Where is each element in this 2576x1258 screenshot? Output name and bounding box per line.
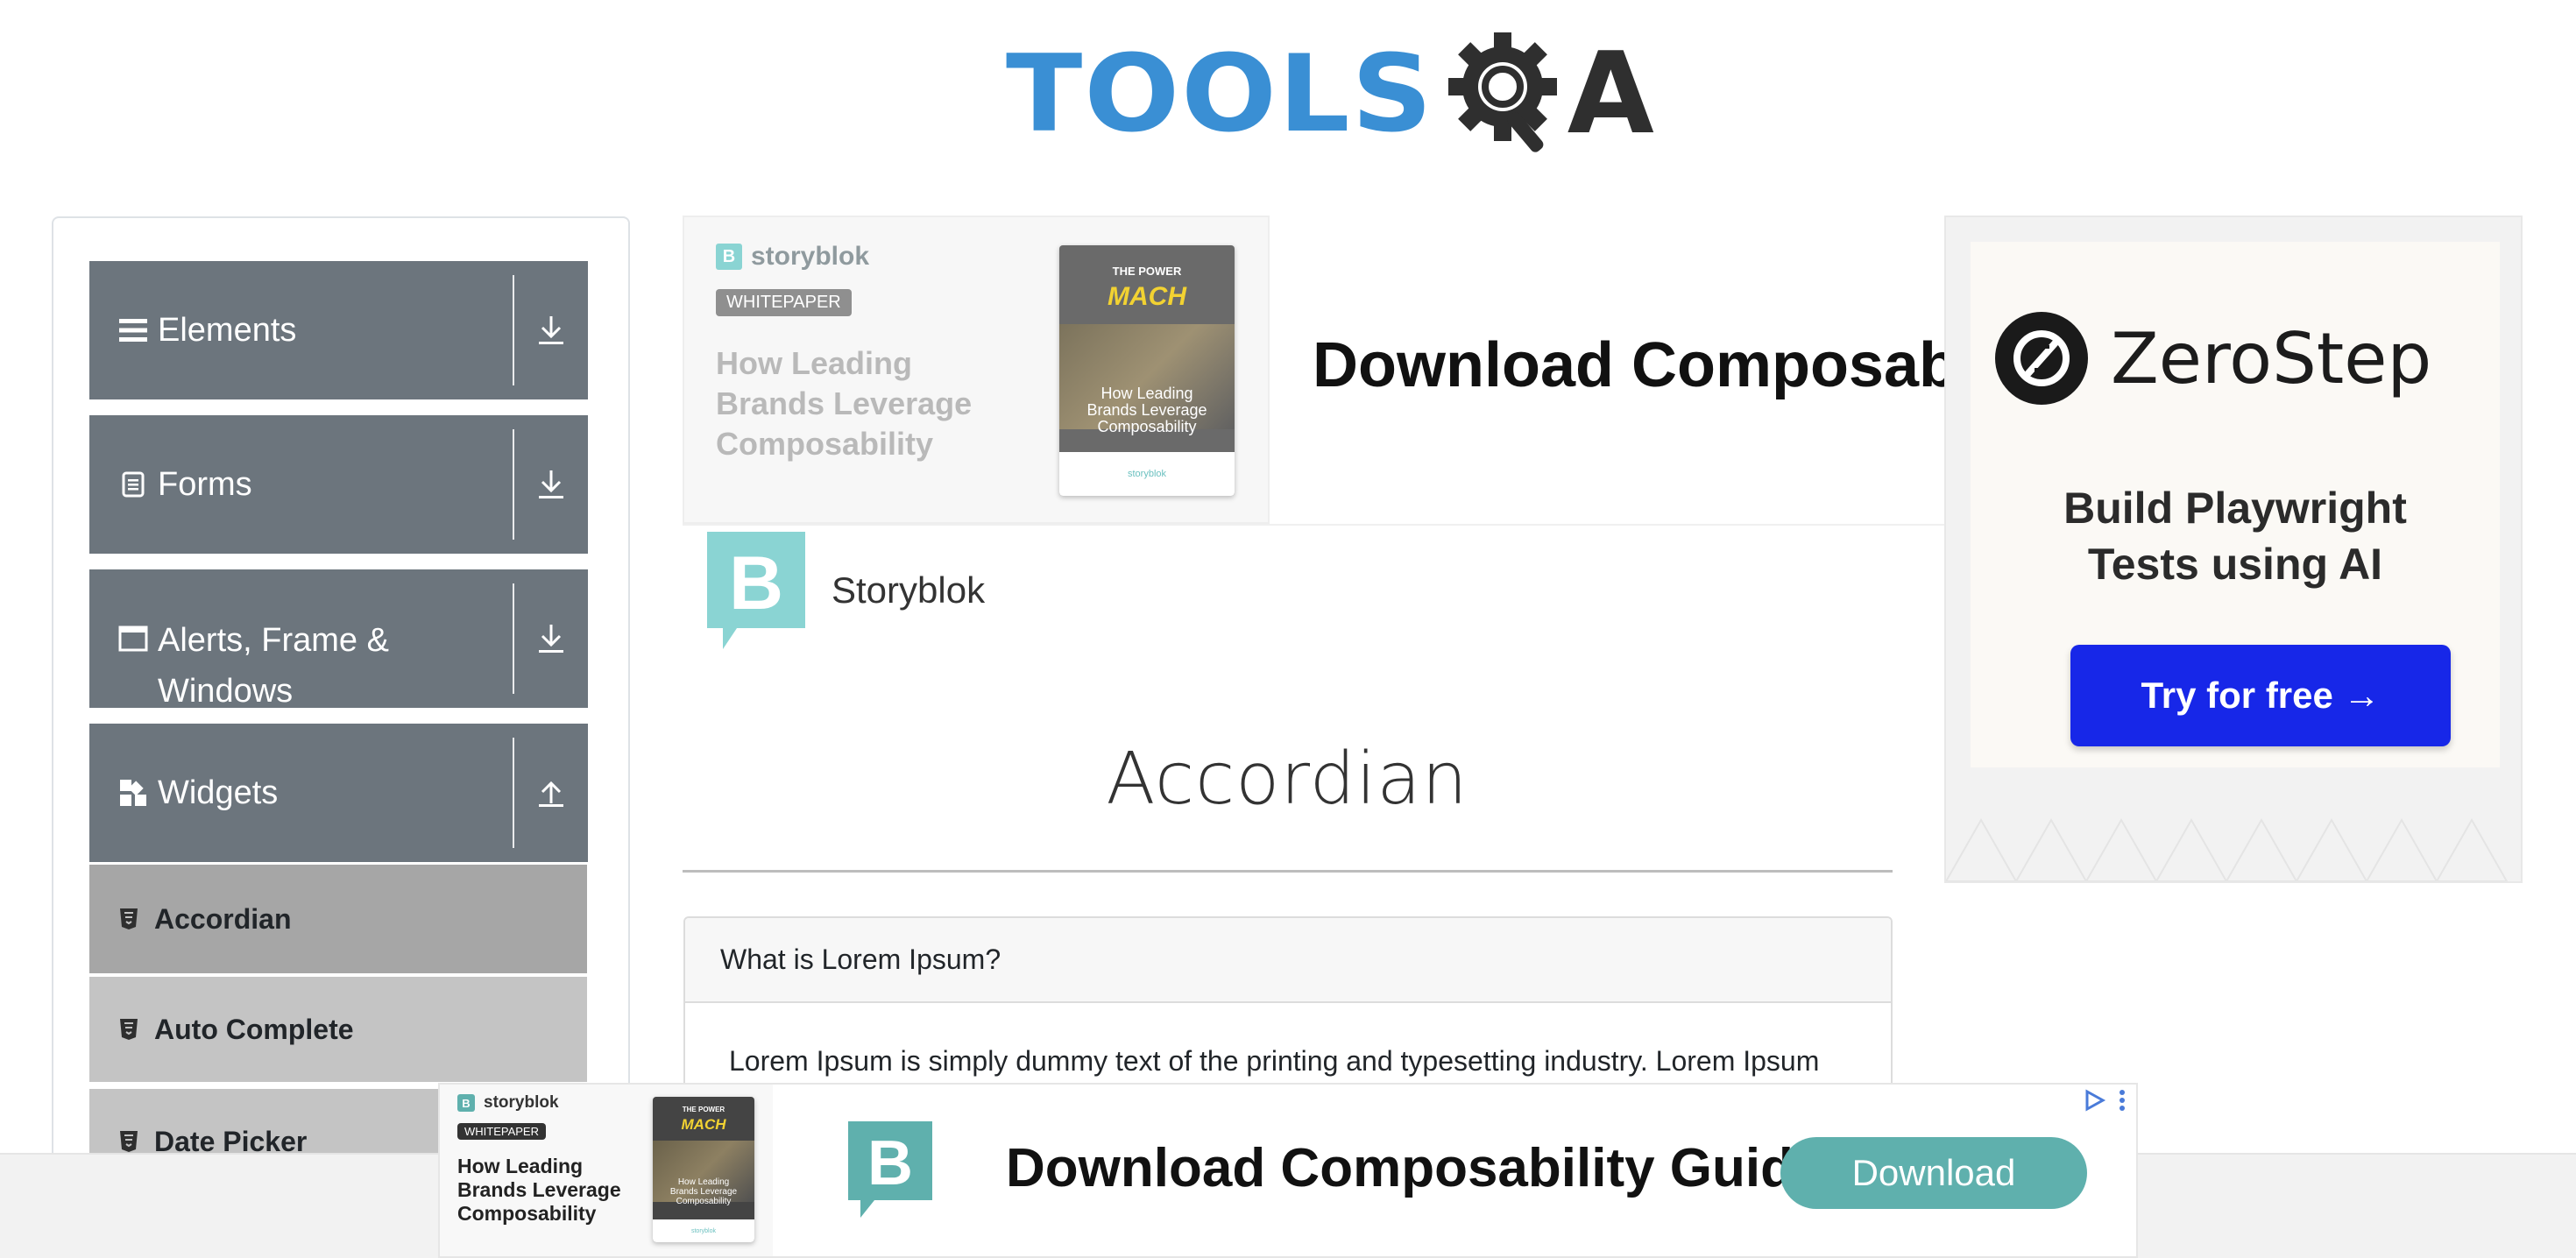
top-banner-ad[interactable]: B storyblok WHITEPAPER How Leading Brand…: [683, 216, 1944, 524]
whitepaper-book-image: THE POWER MACH How Leading Brands Levera…: [653, 1097, 754, 1242]
sidebar-group-widgets[interactable]: Widgets: [89, 724, 588, 862]
hamburger-icon: [117, 317, 149, 343]
adchoices-icon[interactable]: [2082, 1088, 2106, 1113]
divider: [513, 738, 514, 848]
sidebar-item-label: Auto Complete: [154, 1013, 354, 1045]
ad-headline-line: Composability: [457, 1202, 597, 1225]
ad-headline-line: How Leading: [716, 345, 912, 381]
sidebar-group-elements[interactable]: Elements: [89, 261, 588, 399]
storyblok-logo-icon: B: [848, 1121, 932, 1218]
tagline-line: Tests using AI: [2087, 540, 2383, 589]
ad-brand-row[interactable]: B Storyblok: [683, 524, 1944, 655]
book-footer: storyblok: [1059, 452, 1235, 496]
gear-magnifier-icon: [1441, 29, 1573, 160]
ad-headline: How Leading Brands Leverage Composabilit…: [716, 343, 972, 464]
divider: [513, 275, 514, 385]
html5-icon: [116, 1018, 142, 1041]
window-icon: [117, 625, 149, 652]
ad-headline-line: How Leading: [457, 1155, 584, 1177]
book-macl-text: MACH: [681, 1116, 726, 1133]
page-title: Accordian: [1106, 738, 1468, 821]
book-title-line: Brands Leverage: [1086, 401, 1207, 419]
ad-headline-line: Brands Leverage: [716, 385, 973, 421]
right-side-ad[interactable]: ZeroStep Build Playwright Tests using AI…: [1944, 216, 2523, 883]
whitepaper-badge: WHITEPAPER: [457, 1123, 546, 1140]
download-arrow-icon[interactable]: [514, 261, 588, 399]
widgets-icon: [117, 779, 149, 807]
ad-tagline: Build Playwright Tests using AI: [1971, 480, 2500, 592]
ad-brand: B storyblok: [716, 242, 869, 272]
book-title-line: Composability: [676, 1197, 732, 1206]
accordion-header[interactable]: What is Lorem Ipsum?: [685, 918, 1891, 1003]
divider: [513, 583, 514, 694]
download-arrow-icon[interactable]: [514, 415, 588, 554]
ad-brand: B storyblok: [457, 1093, 559, 1113]
ad-headline-line: Composability: [716, 426, 934, 462]
html5-icon: [116, 908, 142, 930]
storyblok-logo-icon: B: [457, 1094, 475, 1112]
html5-icon: [116, 1130, 142, 1153]
ad-creative-panel: B storyblok WHITEPAPER How Leading Brand…: [440, 1085, 773, 1256]
book-title: How Leading Brands Leverage Composabilit…: [1059, 385, 1235, 435]
book-macl-text: MACH: [1108, 282, 1186, 311]
sidebar-group-alerts-frame-windows[interactable]: Alerts, Frame & Windows: [89, 569, 588, 710]
sidebar-group-label: Widgets: [158, 774, 279, 811]
ad-card: ZeroStep Build Playwright Tests using AI…: [1971, 242, 2500, 767]
book-title-line: How Leading: [1100, 385, 1193, 402]
whitepaper-book-image: THE POWER MACH How Leading Brands Levera…: [1059, 245, 1235, 496]
svg-text:B: B: [729, 541, 783, 625]
book-footer: storyblok: [653, 1219, 754, 1242]
badge-text: WHITEPAPER: [457, 1123, 546, 1140]
ad-headline-line: Brands Leverage: [457, 1178, 621, 1201]
sidebar-group-label-line2: Windows: [158, 673, 294, 710]
triangle-pattern: [1946, 817, 2509, 881]
document-icon: [117, 471, 149, 498]
badge-text: WHITEPAPER: [716, 289, 852, 316]
book-title-line: Brands Leverage: [669, 1187, 738, 1197]
svg-text:B: B: [867, 1128, 913, 1198]
logo-text: TOOLS: [1006, 32, 1434, 157]
title-divider: [683, 870, 1893, 873]
ad-menu-icon[interactable]: [2117, 1088, 2127, 1113]
book-power-text: THE POWER: [1112, 265, 1182, 278]
ad-creative-panel: B storyblok WHITEPAPER How Leading Brand…: [683, 216, 1270, 524]
book-title-line: Composability: [1097, 418, 1197, 435]
storyblok-logo-icon: B: [716, 244, 742, 270]
book-title: How Leading Brands Leverage Composabilit…: [653, 1177, 754, 1206]
book-title-line: How Leading: [677, 1177, 730, 1187]
zerostep-brand: ZeroStep: [1995, 312, 2431, 405]
sidebar-group-label-line1: Alerts, Frame &: [158, 622, 389, 659]
ad-big-text: Download Composabil: [1313, 330, 1944, 400]
book-power-text: THE POWER: [682, 1106, 725, 1113]
zerostep-logo-icon: [1995, 312, 2088, 405]
sidebar-group-label: Forms: [158, 465, 252, 503]
logo-suffix: A: [1567, 29, 1654, 159]
ad-brand-text: storyblok: [484, 1093, 559, 1112]
zerostep-name: ZeroStep: [2111, 317, 2432, 399]
sidebar-item-accordian[interactable]: Accordian: [89, 865, 587, 973]
divider: [513, 429, 514, 540]
sidebar-group-label: Elements: [158, 311, 297, 349]
try-for-free-button[interactable]: Try for free →: [2070, 645, 2451, 746]
ad-brand-name: Storyblok: [832, 569, 986, 611]
ad-brand-text: storyblok: [751, 242, 870, 271]
sidebar-item-auto-complete[interactable]: Auto Complete: [89, 973, 587, 1082]
page: TOOLS A Elements Forms Alerts, Frame & W…: [0, 0, 2576, 1258]
tagline-line: Build Playwright: [2063, 484, 2407, 533]
download-arrow-icon[interactable]: [514, 569, 588, 708]
upload-arrow-icon[interactable]: [514, 724, 588, 862]
bottom-banner-ad[interactable]: B storyblok WHITEPAPER How Leading Brand…: [438, 1083, 2138, 1258]
whitepaper-badge: WHITEPAPER: [716, 289, 852, 316]
sidebar-group-forms[interactable]: Forms: [89, 415, 588, 554]
ad-headline: How Leading Brands Leverage Composabilit…: [457, 1155, 621, 1226]
storyblok-logo-icon: B: [707, 532, 805, 649]
download-button[interactable]: Download: [1780, 1137, 2087, 1209]
toolsqa-logo[interactable]: TOOLS A: [1006, 25, 1654, 165]
ad-big-text: Download Composability Guide: [1006, 1138, 1824, 1198]
sidebar-item-label: Accordian: [154, 902, 292, 935]
